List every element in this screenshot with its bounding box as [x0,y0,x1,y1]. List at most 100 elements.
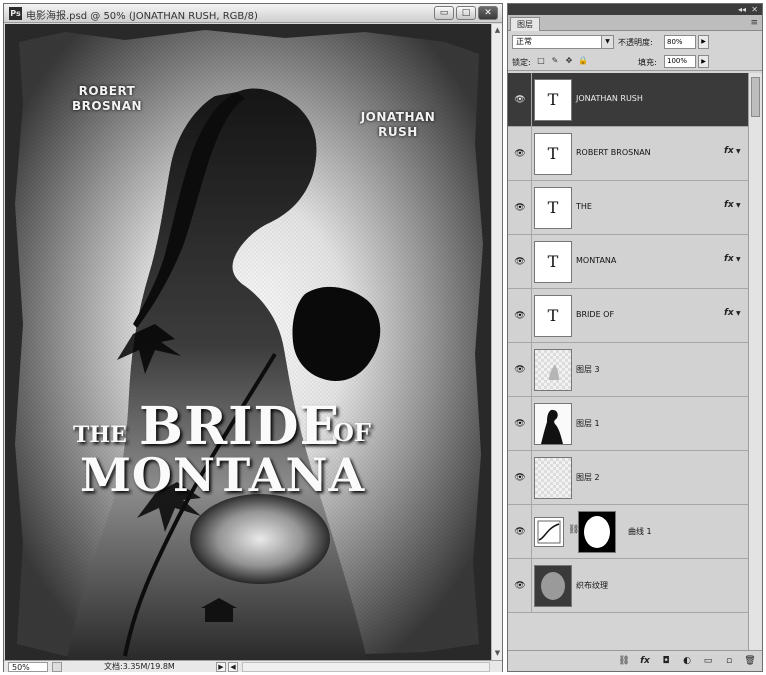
visibility-eye-icon[interactable]: 👁 [511,469,529,487]
mask-shape [584,516,610,548]
panel-collapse-icon[interactable]: ◂◂ [738,4,746,15]
visibility-eye-icon[interactable]: 👁 [511,91,529,109]
lock-all-icon[interactable]: 🔒 [578,56,588,66]
panel-menu-icon[interactable]: ≡ [750,18,758,28]
blend-mode-value: 正常 [516,37,532,46]
scroll-up-icon[interactable]: ▲ [493,26,502,35]
minimize-button[interactable]: ▭ [434,6,454,20]
link-layers-icon[interactable]: ⛓ [618,655,630,667]
new-group-icon[interactable]: ▭ [702,655,714,667]
opacity-slider-arrow-icon[interactable]: ▶ [698,35,709,49]
add-layer-style-icon[interactable]: fx [639,655,651,667]
zoom-level-field[interactable]: 50% [8,662,48,672]
text-layer-thumbnail: T [534,133,572,175]
window-controls: ▭ □ ✕ [434,6,498,20]
fill-field[interactable]: 100% [664,55,696,68]
layer-name[interactable]: MONTANA [576,256,616,265]
poster-title-of: OF [333,418,371,447]
expand-effects-icon[interactable]: ▼ [736,202,741,209]
panel-header-bar[interactable]: ◂◂ ✕ [508,4,762,15]
horizontal-scrollbar[interactable] [242,662,490,672]
visibility-eye-icon[interactable]: 👁 [511,307,529,325]
layer-name[interactable]: 图层 1 [576,418,600,429]
add-mask-icon[interactable]: ◘ [660,655,672,667]
layer-row-the[interactable]: 👁 T THE fx ▼ [508,181,748,235]
maximize-button[interactable]: □ [456,6,476,20]
tab-layers[interactable]: 图层 [510,17,540,31]
visibility-eye-icon[interactable]: 👁 [511,361,529,379]
layer-row-montana[interactable]: 👁 T MONTANA fx ▼ [508,235,748,289]
layer-effects-icon[interactable]: fx [724,254,734,264]
poster-actor-left: ROBERT BROSNAN [71,84,143,113]
poster-title-montana: MONTANA [80,448,366,502]
opacity-field[interactable]: 80% [664,35,696,49]
delete-layer-icon[interactable]: 🗑 [744,655,756,667]
panel-tab-row: 图层 ≡ [508,15,762,31]
curves-adjustment-thumbnail [534,517,564,547]
text-layer-thumbnail: T [534,187,572,229]
vertical-scrollbar[interactable]: ▲ ▼ [491,24,502,660]
visibility-eye-icon[interactable]: 👁 [511,199,529,217]
scroll-left-icon[interactable]: ◀ [228,662,238,672]
lock-transparency-icon[interactable]: □ [536,56,546,66]
layer-row-fabric-texture[interactable]: 👁 织布纹理 [508,559,748,613]
document-titlebar[interactable]: Ps 电影海报.psd @ 50% (JONATHAN RUSH, RGB/8)… [4,4,502,23]
divider [531,127,532,181]
layer-name[interactable]: 图层 3 [576,364,600,375]
close-button[interactable]: ✕ [478,6,498,20]
layer-effects-icon[interactable]: fx [724,308,734,318]
opacity-label: 不透明度: [618,38,653,47]
figure-thumbnail-icon [549,364,559,380]
new-adjustment-layer-icon[interactable]: ◐ [681,655,693,667]
divider [531,343,532,397]
visibility-eye-icon[interactable]: 👁 [511,145,529,163]
layer-row-layer-1[interactable]: 👁 图层 1 [508,397,748,451]
curves-icon [537,520,561,544]
layer-row-curves-1[interactable]: 👁 ⛓ 曲线 1 [508,505,748,559]
panel-bottom-toolbar: ⛓ fx ◘ ◐ ▭ ▫ 🗑 [508,650,762,671]
layer-effects-icon[interactable]: fx [724,146,734,156]
layer-name[interactable]: BRIDE OF [576,310,614,319]
lock-position-icon[interactable]: ✥ [564,56,574,66]
layer-row-layer-3[interactable]: 👁 图层 3 [508,343,748,397]
layer-name[interactable]: THE [576,202,592,211]
expand-effects-icon[interactable]: ▼ [736,310,741,317]
scroll-down-icon[interactable]: ▼ [493,649,502,658]
visibility-eye-icon[interactable]: 👁 [511,415,529,433]
layer-name[interactable]: 图层 2 [576,472,600,483]
layer-effects-icon[interactable]: fx [724,200,734,210]
lock-pixels-icon[interactable]: ✎ [550,56,560,66]
layer-name[interactable]: 曲线 1 [628,526,652,537]
status-info-icon[interactable] [52,662,62,672]
status-menu-arrow-icon[interactable]: ▶ [216,662,226,672]
layer-row-layer-2[interactable]: 👁 图层 2 [508,451,748,505]
new-layer-icon[interactable]: ▫ [723,655,735,667]
layer-row-jonathan-rush[interactable]: 👁 T JONATHAN RUSH [508,73,748,127]
blend-mode-select[interactable]: 正常 ▼ [512,35,614,49]
document-canvas[interactable]: ROBERT BROSNAN JONATHAN RUSH THE BRIDE O… [5,24,491,660]
expand-effects-icon[interactable]: ▼ [736,256,741,263]
chevron-down-icon: ▼ [601,36,613,48]
divider [531,505,532,559]
layer-row-bride-of[interactable]: 👁 T BRIDE OF fx ▼ [508,289,748,343]
panel-close-icon[interactable]: ✕ [751,4,758,15]
layer-name[interactable]: JONATHAN RUSH [576,94,643,103]
visibility-eye-icon[interactable]: 👁 [511,253,529,271]
layer-name[interactable]: ROBERT BROSNAN [576,148,651,157]
fill-slider-arrow-icon[interactable]: ▶ [698,55,709,68]
layer-row-robert-brosnan[interactable]: 👁 T ROBERT BROSNAN fx ▼ [508,127,748,181]
lock-label: 锁定: [512,58,531,67]
divider [531,289,532,343]
layer-name[interactable]: 织布纹理 [576,580,608,591]
poster-actor-right: JONATHAN RUSH [360,110,436,139]
expand-effects-icon[interactable]: ▼ [736,148,741,155]
divider [531,235,532,289]
visibility-eye-icon[interactable]: 👁 [511,577,529,595]
divider [531,181,532,235]
text-layer-thumbnail: T [534,241,572,283]
document-title: 电影海报.psd @ 50% (JONATHAN RUSH, RGB/8) [26,11,258,22]
layers-scrollbar[interactable] [748,73,762,650]
visibility-eye-icon[interactable]: 👁 [511,523,529,541]
scroll-thumb[interactable] [751,77,760,117]
layer-thumbnail [534,565,572,607]
